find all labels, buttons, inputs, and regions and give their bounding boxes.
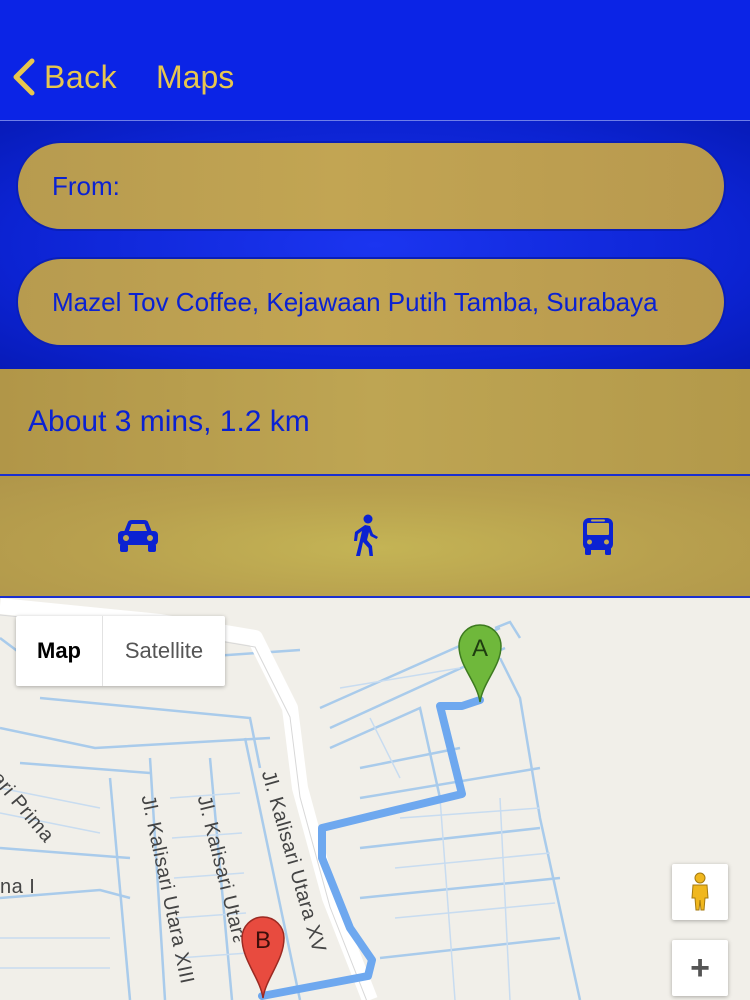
route-summary: About 3 mins, 1.2 km bbox=[28, 404, 310, 438]
map-type-satellite-button[interactable]: Satellite bbox=[103, 616, 225, 686]
street-label: na I bbox=[0, 876, 36, 898]
chevron-left-icon bbox=[13, 58, 35, 96]
from-field-container[interactable] bbox=[16, 141, 726, 231]
end-marker[interactable]: B bbox=[240, 914, 286, 1000]
page-title: Maps bbox=[156, 58, 235, 95]
back-label: Back bbox=[44, 58, 118, 95]
bus-mode-button[interactable] bbox=[568, 506, 628, 566]
street-view-button[interactable] bbox=[672, 864, 728, 920]
walking-icon bbox=[354, 514, 378, 556]
car-mode-button[interactable] bbox=[108, 506, 168, 566]
start-marker[interactable]: A bbox=[457, 622, 503, 704]
route-summary-bar: About 3 mins, 1.2 km bbox=[0, 369, 750, 476]
car-icon bbox=[118, 520, 158, 552]
route-search-panel bbox=[0, 121, 750, 369]
walking-mode-button[interactable] bbox=[336, 506, 396, 566]
travel-mode-bar bbox=[0, 476, 750, 598]
to-field-container[interactable] bbox=[16, 257, 726, 347]
back-button[interactable]: Back bbox=[10, 52, 117, 102]
nav-bar: Back Maps bbox=[0, 0, 750, 121]
start-marker-label: A bbox=[472, 635, 488, 662]
map-type-control: Map Satellite bbox=[16, 616, 225, 686]
pegman-icon bbox=[691, 872, 709, 911]
zoom-in-button[interactable]: + bbox=[672, 940, 728, 996]
end-marker-label: B bbox=[255, 927, 271, 954]
from-input[interactable] bbox=[50, 169, 692, 203]
plus-icon: + bbox=[690, 949, 710, 987]
bus-icon bbox=[583, 518, 613, 555]
to-input[interactable] bbox=[50, 285, 692, 319]
map-type-map-button[interactable]: Map bbox=[16, 616, 103, 686]
map-view[interactable]: Map Satellite Jl. Kalisari Utara XV Jl. … bbox=[0, 598, 750, 1000]
